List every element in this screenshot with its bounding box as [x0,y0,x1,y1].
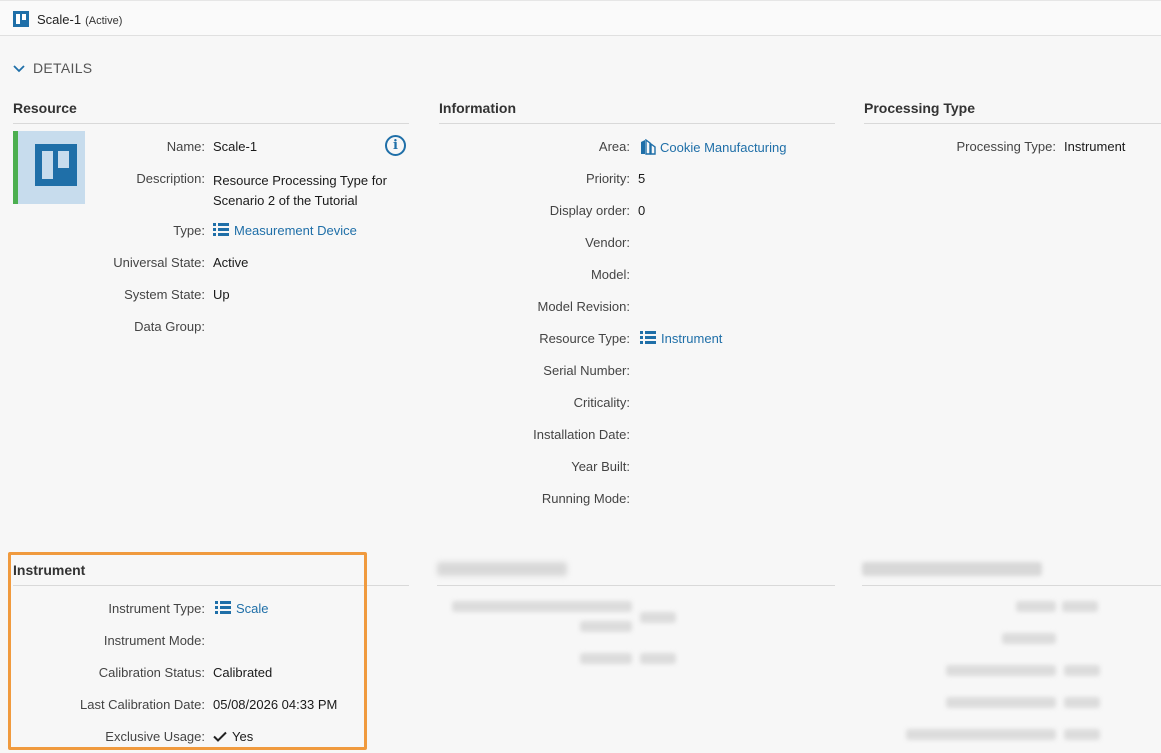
details-toggle[interactable]: DETAILS [13,60,92,76]
universal-state-value: Active [213,255,249,270]
blurred-field-value [1064,665,1100,676]
model-label: Model: [590,267,630,282]
resource-divider [13,123,409,124]
blurred-field-label [946,697,1056,708]
blurred-divider [862,585,1161,586]
blurred-field-value [1064,697,1100,708]
processing-type-section-title: Processing Type [864,100,976,116]
resource-section-title: Resource [13,100,77,116]
blurred-section-title [862,562,1042,576]
serial-number-label: Serial Number: [543,363,630,378]
info-icon[interactable]: i [385,135,406,156]
blurred-section-title [437,562,567,576]
data-group-label: Data Group: [134,319,205,334]
blurred-field-value [1064,729,1100,740]
list-icon [640,331,656,345]
vendor-label: Vendor: [585,235,630,250]
running-mode-label: Running Mode: [541,491,630,506]
priority-label: Priority: [585,171,630,186]
blurred-field-value [1062,601,1098,612]
resource-type-value: Instrument [661,331,723,346]
blurred-field-label [1002,633,1056,644]
resource-image [13,131,85,204]
resource-icon [13,11,29,27]
area-link[interactable]: Cookie Manufacturing [640,139,786,155]
description-value: Resource Processing Type for Scenario 2 … [213,171,387,211]
resource-type-link[interactable]: Instrument [640,331,722,346]
type-link[interactable]: Measurement Device [213,223,357,238]
blurred-field-label [906,729,1056,740]
status-text: (Active) [85,15,123,27]
page-header: Scale-1 (Active) [0,0,1161,36]
universal-state-label: Universal State: [113,255,205,270]
blurred-field-label [946,665,1056,676]
description-label: Description: [136,171,205,186]
display-order-value: 0 [638,203,646,218]
blurred-field-value [640,653,676,664]
priority-value: 5 [638,171,646,186]
system-state-value: Up [213,287,230,302]
blurred-field-value [640,612,676,623]
type-label: Type: [173,223,205,238]
system-state-label: System State: [124,287,205,302]
type-value: Measurement Device [234,223,357,238]
blurred-field-label [580,621,632,632]
resource-type-label: Resource Type: [539,331,630,346]
resource-glyph-icon [35,144,77,186]
blurred-field-label [452,601,632,612]
model-revision-label: Model Revision: [537,299,631,314]
area-icon [641,139,656,155]
name-label: Name: [166,139,205,154]
instrument-highlight-box [8,552,367,750]
blurred-field-label [580,653,632,664]
description-line-1: Resource Processing Type for [213,173,387,188]
name-value: Scale-1 [213,139,258,154]
blurred-divider [437,585,835,586]
processing-type-label: Processing Type: [956,139,1056,154]
processing-type-value: Instrument [1064,139,1126,154]
details-label: DETAILS [33,60,93,76]
description-line-2: Scenario 2 of the Tutorial [213,193,358,208]
area-value: Cookie Manufacturing [660,140,787,155]
year-built-label: Year Built: [571,459,630,474]
display-order-label: Display order: [549,203,630,218]
blurred-field-label [1016,601,1056,612]
chevron-down-icon [13,62,25,76]
criticality-label: Criticality: [573,395,630,410]
processing-type-divider [864,123,1161,124]
information-section-title: Information [439,100,516,116]
list-icon [213,223,229,237]
installation-date-label: Installation Date: [533,427,630,442]
page-title: Scale-1 (Active) [37,12,123,27]
information-divider [439,123,835,124]
area-label: Area: [598,139,630,154]
